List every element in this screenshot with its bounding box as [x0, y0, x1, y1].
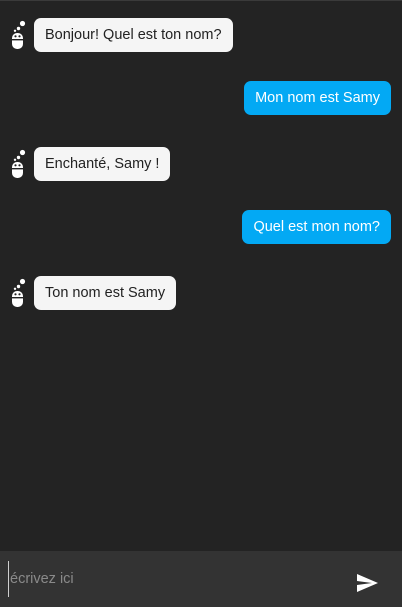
user-message-row: Quel est mon nom?	[231, 209, 391, 245]
user-message-bubble: Mon nom est Samy	[244, 81, 391, 115]
user-message-bubble: Quel est mon nom?	[242, 210, 391, 244]
bot-message-bubble: Bonjour! Quel est ton nom?	[34, 18, 233, 52]
chat-app: Bonjour! Quel est ton nom? Mon nom est S…	[0, 0, 402, 607]
robot-icon	[12, 149, 26, 178]
message-list: Bonjour! Quel est ton nom? Mon nom est S…	[0, 0, 402, 551]
bot-message-bubble: Ton nom est Samy	[34, 276, 177, 310]
robot-icon	[12, 278, 26, 307]
bot-message-bubble: Enchanté, Samy !	[34, 147, 171, 181]
user-message-row: Mon nom est Samy	[231, 80, 391, 116]
robot-icon	[12, 20, 26, 49]
send-icon[interactable]	[354, 571, 380, 595]
message-input[interactable]	[8, 561, 330, 597]
message-composer	[0, 551, 402, 607]
